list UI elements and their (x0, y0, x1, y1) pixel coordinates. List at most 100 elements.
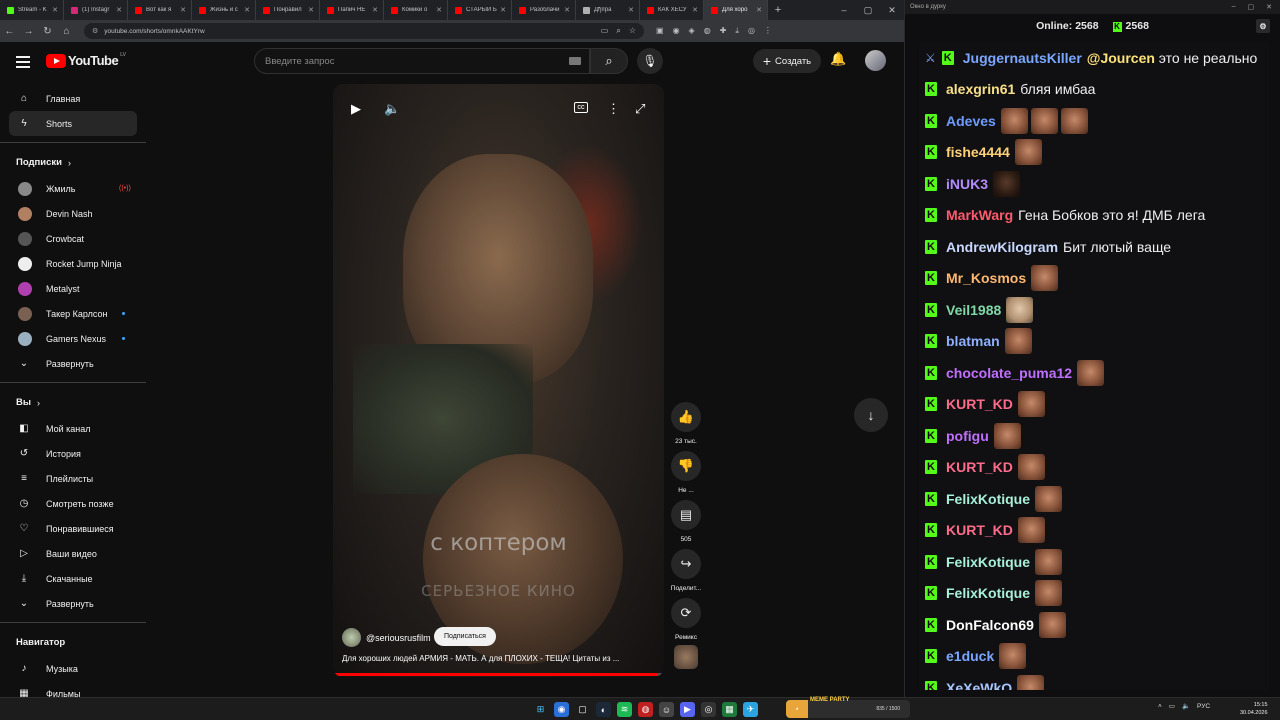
sidebar-item-subscription[interactable]: Rocket Jump Ninja (0, 251, 146, 276)
tab-close-icon[interactable]: ✕ (244, 6, 250, 14)
voice-search-button[interactable]: 🎙 (637, 48, 663, 74)
minimize-button[interactable]: – (832, 5, 856, 16)
browser-tab[interactable]: КАК ХЕСУ ✕ (640, 0, 704, 20)
tab-close-icon[interactable]: ✕ (372, 6, 378, 14)
tab-close-icon[interactable]: ✕ (628, 6, 634, 14)
sidebar-item-your-videos[interactable]: ▷ Ваши видео (0, 541, 146, 566)
sidebar-item-subscription[interactable]: Gamers Nexus (0, 326, 146, 351)
browser-tab[interactable]: Дђ¤рa ✕ (576, 0, 640, 20)
sidebar-item-music[interactable]: ♪ Музыка (0, 656, 146, 681)
sound-thumbnail[interactable] (674, 645, 698, 669)
more-options-icon[interactable]: ⋮ (607, 101, 620, 117)
chat-username[interactable]: FelixKotique (946, 554, 1030, 570)
url-input[interactable]: ⚙ youtube.com/shorts/omnkAAKtYrw ▭ ⌕ ☆ (84, 23, 644, 39)
chat-message[interactable]: K FelixKotique (919, 578, 1269, 610)
chat-message[interactable]: K Veil1988 (919, 294, 1269, 326)
extension-icon-4[interactable]: ◍ (704, 26, 711, 36)
sidebar-item-home[interactable]: ⌂ Главная (0, 86, 146, 111)
like-button[interactable]: 👍 (671, 402, 701, 432)
chat-username[interactable]: e1duck (946, 648, 994, 664)
chat-message[interactable]: K Mr_Kosmos (919, 263, 1269, 295)
tab-close-icon[interactable]: ✕ (116, 6, 122, 14)
meme-party-widget[interactable]: ◕ MEME PARTY 835 / 1500 (786, 697, 910, 718)
tab-close-icon[interactable]: ✕ (756, 6, 762, 14)
language-indicator[interactable]: РУС (1197, 703, 1210, 710)
subscriptions-heading[interactable]: Подписки › (0, 149, 146, 176)
steam-icon[interactable]: ◐ (596, 702, 611, 717)
chat-message[interactable]: K MarkWarg Гена Бобков это я! ДМБ лега (919, 200, 1269, 232)
sidebar-item-watch-later[interactable]: ◷ Смотреть позже (0, 491, 146, 516)
install-icon[interactable]: ▭ (601, 26, 609, 36)
chat-message[interactable]: K DonFalcon69 (919, 609, 1269, 641)
keyboard-icon[interactable] (569, 57, 581, 65)
account-avatar[interactable] (865, 50, 886, 71)
chat-message[interactable]: K AndrewKilogram Бит лютый ваще (919, 231, 1269, 263)
chat-message[interactable]: K XeXeWkO (919, 672, 1269, 690)
browser-tab[interactable]: Разоблачи ✕ (512, 0, 576, 20)
comments-button[interactable]: ▤ (671, 500, 701, 530)
browser-tab[interactable]: (1) Instagr ✕ (64, 0, 128, 20)
chat-username[interactable]: MarkWarg (946, 207, 1013, 223)
media-player-icon[interactable]: ▶ (680, 702, 695, 717)
extensions-puzzle-icon[interactable]: ✚ (720, 26, 727, 36)
captions-icon[interactable]: CC (574, 102, 588, 113)
browser-menu-icon[interactable]: ⋮ (764, 26, 772, 36)
dislike-button[interactable]: 👎 (671, 451, 701, 481)
spotify-icon[interactable]: ≋ (617, 702, 632, 717)
tray-chevron-icon[interactable]: ˄ (1158, 703, 1162, 710)
chat-message[interactable]: Ke1duck (919, 641, 1269, 673)
chat-message[interactable]: Kchocolate_puma12 (919, 357, 1269, 389)
youtube-logo[interactable]: YouTube LV (46, 52, 126, 68)
expand-subscriptions-button[interactable]: ⌄ Развернуть (0, 351, 146, 376)
telegram-icon[interactable]: ✈ (743, 702, 758, 717)
forward-icon[interactable]: → (19, 26, 38, 37)
reload-icon[interactable]: ↻ (38, 26, 57, 37)
sidebar-item-history[interactable]: ↺ История (0, 441, 146, 466)
chat-message[interactable]: KiNUK3 (919, 168, 1269, 200)
notifications-bell-icon[interactable]: 🔔 (830, 51, 846, 67)
progress-bar[interactable] (333, 673, 664, 676)
chat-username[interactable]: FelixKotique (946, 491, 1030, 507)
settings-gear-icon[interactable]: ⚙ (1256, 19, 1270, 33)
sidebar-item-subscription[interactable]: Metalyst (0, 276, 146, 301)
volume-icon[interactable]: 🔈 (384, 101, 400, 117)
sidebar-item-liked[interactable]: ♡ Понравившиеся (0, 516, 146, 541)
explorer-icon[interactable]: ▢ (575, 702, 590, 717)
chat-username[interactable]: AndrewKilogram (946, 239, 1058, 255)
extension-icon-2[interactable]: ◉ (673, 26, 680, 36)
chat-username[interactable]: iNUK3 (946, 176, 988, 192)
browser-tab[interactable]: СТАРЫЙ Б ✕ (448, 0, 512, 20)
search-button[interactable]: ⌕ (590, 48, 628, 74)
tab-close-icon[interactable]: ✕ (500, 6, 506, 14)
chat-message[interactable]: K KURT_KD (919, 515, 1269, 547)
search-input[interactable]: Введите запрос (254, 48, 590, 74)
chat-maximize-button[interactable]: ▢ (1248, 3, 1255, 11)
bookmark-star-icon[interactable]: ☆ (629, 26, 636, 36)
video-title[interactable]: Для хороших людей АРМИЯ - МАТЬ. А для ПЛ… (342, 654, 652, 663)
fullscreen-icon[interactable]: ⤢ (635, 101, 645, 117)
chat-username[interactable]: chocolate_puma12 (946, 365, 1072, 381)
sidebar-item-subscription[interactable]: Crowbcat (0, 226, 146, 251)
sidebar-item-playlists[interactable]: ≡ Плейлисты (0, 466, 146, 491)
sidebar-item-my-channel[interactable]: ◧ Мой канал (0, 416, 146, 441)
tab-close-icon[interactable]: ✕ (692, 6, 698, 14)
chat-message[interactable]: K FelixKotique (919, 483, 1269, 515)
chat-message[interactable]: Kblatman (919, 326, 1269, 358)
chat-username[interactable]: alexgrin61 (946, 81, 1015, 97)
chat-message[interactable]: K Adeves (919, 105, 1269, 137)
chat-username[interactable]: KURT_KD (946, 396, 1013, 412)
speaker-icon[interactable]: 🔈 (1182, 702, 1190, 710)
tab-close-icon[interactable]: ✕ (564, 6, 570, 14)
chat-message[interactable]: K KURT_KD (919, 389, 1269, 421)
sidebar-item-downloads[interactable]: ⤓ Скачанные (0, 566, 146, 591)
chat-username[interactable]: KURT_KD (946, 522, 1013, 538)
sidebar-item-subscription[interactable]: Devin Nash (0, 201, 146, 226)
you-heading[interactable]: Вы › (0, 389, 146, 416)
chat-message-list[interactable]: ⚔ K JuggernautsKiller @Jourcen это не реаль… (919, 42, 1269, 690)
create-button[interactable]: + Создать (753, 49, 821, 73)
app-green-icon[interactable]: ▦ (722, 702, 737, 717)
clock[interactable]: 15:15 30.04.2026 (1240, 701, 1268, 717)
sidebar-item-subscription[interactable]: Жмиль ((•)) (0, 176, 146, 201)
browser-tab[interactable]: Stream - K ✕ (0, 0, 64, 20)
remix-button[interactable]: ⟳ (671, 598, 701, 628)
